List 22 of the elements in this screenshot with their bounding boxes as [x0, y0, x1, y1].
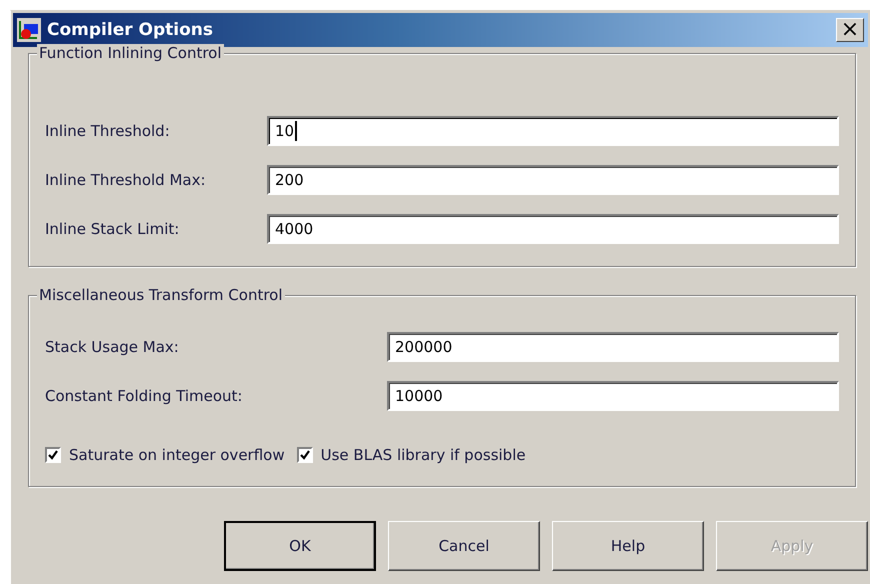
dialog-button[interactable]: Cancel: [388, 521, 540, 571]
checkbox[interactable]: Saturate on integer overflow: [45, 446, 285, 464]
field-label: Constant Folding Timeout:: [45, 387, 244, 405]
checkmark-icon: [48, 450, 58, 460]
checkmark-icon: [300, 450, 310, 460]
checkbox[interactable]: Use BLAS library if possible: [296, 446, 526, 464]
text-cursor: [295, 121, 298, 141]
group-title: Function Inlining Control: [37, 44, 224, 62]
app-icon: [17, 18, 41, 42]
dialog-button[interactable]: OK: [224, 521, 376, 571]
field-label: Inline Threshold Max:: [45, 171, 207, 189]
field-label: Stack Usage Max:: [45, 338, 180, 356]
field-label: Inline Threshold:: [45, 122, 171, 140]
text-field[interactable]: 200000: [387, 332, 839, 362]
text-field[interactable]: 4000: [267, 214, 839, 244]
text-field[interactable]: 10000: [387, 381, 839, 411]
field-label: Inline Stack Limit:: [45, 220, 180, 238]
text-field[interactable]: 200: [267, 165, 839, 195]
dialog-button[interactable]: Help: [552, 521, 704, 571]
window-title: Compiler Options: [47, 20, 214, 40]
close-button[interactable]: ×: [836, 18, 864, 42]
text-field[interactable]: 10: [267, 116, 839, 146]
